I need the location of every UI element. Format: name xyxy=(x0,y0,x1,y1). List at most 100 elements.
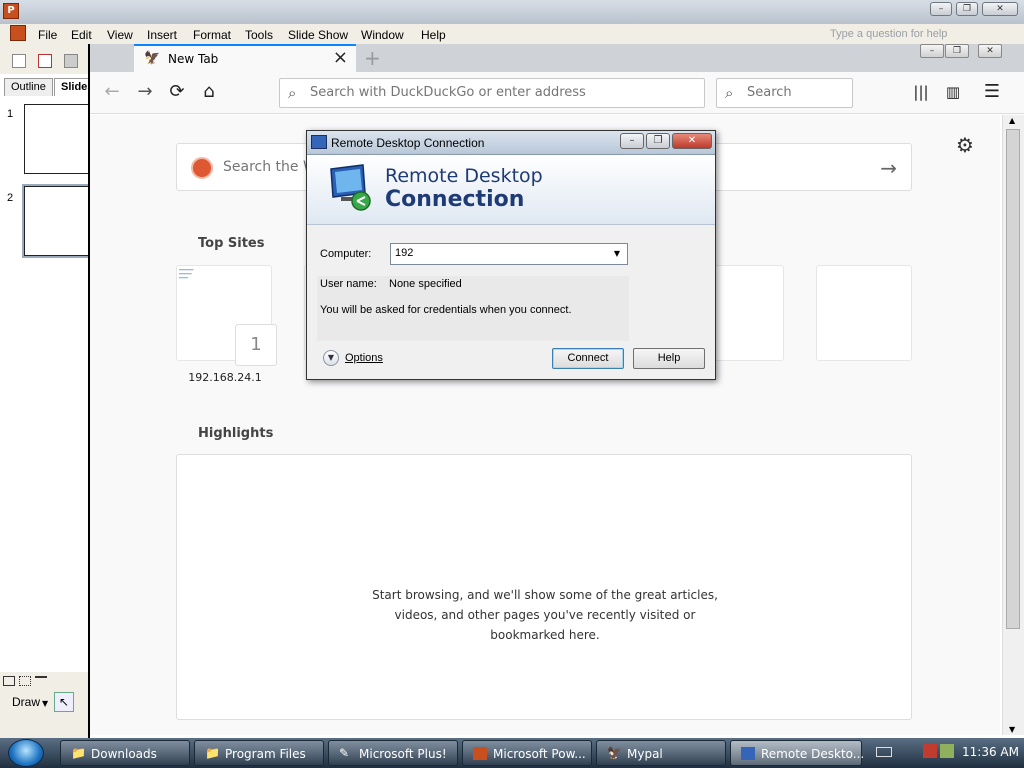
monitor-icon xyxy=(330,164,371,211)
dialog-minimize-button[interactable]: – xyxy=(620,133,644,149)
mypal-icon: 🦅 xyxy=(607,746,622,760)
menu-hamburger-icon[interactable]: ☰ xyxy=(981,81,1003,103)
new-tab-button[interactable]: + xyxy=(364,46,381,70)
menu-view[interactable]: View xyxy=(107,28,133,42)
select-pointer-icon[interactable]: ↖ xyxy=(54,692,74,712)
reload-button[interactable]: ⟳ xyxy=(166,81,188,103)
slide-thumbnail[interactable] xyxy=(22,184,92,258)
connect-button[interactable]: Connect xyxy=(552,348,624,369)
draw-menu[interactable]: Draw xyxy=(12,695,40,709)
menu-slide-show[interactable]: Slide Show xyxy=(288,28,348,42)
powerpoint-toolbar xyxy=(0,46,90,74)
dialog-maximize-button[interactable]: ❐ xyxy=(646,133,670,149)
tab-outline[interactable]: Outline xyxy=(4,78,53,96)
tab-new-tab[interactable]: 🦅 New Tab × xyxy=(134,44,356,72)
menu-format[interactable]: Format xyxy=(193,28,231,42)
slide-show-icon[interactable] xyxy=(35,676,47,686)
options-toggle[interactable]: Options xyxy=(345,352,383,364)
taskbar-item-program-files[interactable]: 📁 Program Files xyxy=(194,740,324,766)
slide-thumbnail[interactable] xyxy=(24,104,90,174)
site-thumbnail: ━━━━━━━━ ━━━━━━━ ━━━━━ xyxy=(179,268,194,280)
username-value: None specified xyxy=(389,278,462,290)
taskbar-item-downloads[interactable]: 📁 Downloads xyxy=(60,740,190,766)
language-icon[interactable] xyxy=(923,744,937,758)
taskbar-item-powerpoint[interactable]: Microsoft Pow... xyxy=(462,740,592,766)
clock[interactable]: 11:36 AM xyxy=(962,745,1019,759)
taskbar-item-label: Downloads xyxy=(91,747,157,761)
gear-icon[interactable]: ⚙ xyxy=(956,133,974,157)
help-button[interactable]: Help xyxy=(633,348,705,369)
taskbar-item-remote-desktop[interactable]: Remote Deskto... xyxy=(730,740,864,766)
highlights-heading: Highlights xyxy=(198,426,274,441)
sidebar-button[interactable]: ▥ xyxy=(942,81,964,103)
mypal-icon: 🦅 xyxy=(144,51,161,66)
top-site-label[interactable]: 192.168.24.1 xyxy=(180,371,270,384)
dialog-body: Computer: 192 ▼ User name: None specifie… xyxy=(307,226,715,379)
highlights-empty-message: Start browsing, and we'll show some of t… xyxy=(372,588,718,642)
normal-view-icon[interactable] xyxy=(3,676,15,686)
ff-minimize-button[interactable]: – xyxy=(920,44,944,58)
top-site-tile[interactable] xyxy=(816,265,912,361)
ppt-minimize-button[interactable]: – xyxy=(930,2,952,16)
library-button[interactable]: ||| xyxy=(910,81,932,103)
menu-tools[interactable]: Tools xyxy=(245,28,273,42)
tab-close-icon[interactable]: × xyxy=(333,49,348,67)
url-bar[interactable]: ⌕ xyxy=(279,78,705,108)
scrollbar-thumb[interactable] xyxy=(1006,129,1020,629)
powerpoint-app-icon[interactable]: P xyxy=(3,3,19,19)
top-site-number: 1 xyxy=(235,324,277,366)
slide-number: 1 xyxy=(7,108,14,120)
tab-title: New Tab xyxy=(168,52,219,66)
start-button[interactable] xyxy=(8,739,44,767)
ppt-help-search[interactable]: Type a question for help xyxy=(830,28,947,40)
dialog-titlebar[interactable]: Remote Desktop Connection – ❐ ✕ xyxy=(307,131,715,155)
top-sites-heading: Top Sites xyxy=(198,236,265,251)
dialog-close-button[interactable]: ✕ xyxy=(672,133,712,149)
powerpoint-titlebar: P – ❐ ✕ xyxy=(0,0,1024,24)
ppt-close-button[interactable]: ✕ xyxy=(982,2,1018,16)
keyboard-icon[interactable] xyxy=(876,747,892,757)
username-label: User name: xyxy=(320,278,377,290)
home-button[interactable]: ⌂ xyxy=(198,81,220,103)
new-document-icon[interactable] xyxy=(12,54,26,68)
scroll-down-icon[interactable]: ▼ xyxy=(1009,725,1015,734)
menu-file-icon xyxy=(10,25,26,41)
taskbar-item-microsoft-plus[interactable]: ✎ Microsoft Plus! xyxy=(328,740,458,766)
menu-help[interactable]: Help xyxy=(421,28,446,42)
forward-button[interactable]: → xyxy=(134,81,156,103)
menu-file[interactable]: File xyxy=(38,28,57,42)
top-site-tile[interactable]: ━━━━━━━━ ━━━━━━━ ━━━━━ 1 xyxy=(176,265,277,366)
ff-close-button[interactable]: ✕ xyxy=(978,44,1002,58)
back-button[interactable]: ← xyxy=(101,81,123,103)
search-go-arrow-icon[interactable]: → xyxy=(880,156,897,180)
rdp-icon xyxy=(311,135,327,149)
folder-icon: 📁 xyxy=(205,746,220,760)
slide-number: 2 xyxy=(7,192,14,204)
ppt-bottom-toolbar: Draw ▼ ↖ xyxy=(0,672,90,738)
ppt-restore-button[interactable]: ❐ xyxy=(956,2,978,16)
print-icon[interactable] xyxy=(64,54,78,68)
chevron-down-icon[interactable]: ▼ xyxy=(609,246,625,262)
computer-combobox[interactable]: 192 ▼ xyxy=(390,243,628,265)
dialog-title: Remote Desktop Connection xyxy=(331,136,485,150)
tab-strip: 🦅 New Tab × + – ❐ ✕ xyxy=(90,44,1024,72)
ff-restore-button[interactable]: ❐ xyxy=(945,44,969,58)
menu-edit[interactable]: Edit xyxy=(71,28,92,42)
taskbar-item-mypal[interactable]: 🦅 Mypal xyxy=(596,740,726,766)
scroll-up-icon[interactable]: ▲ xyxy=(1009,116,1015,125)
taskbar-item-label: Microsoft Plus! xyxy=(359,747,447,761)
taskbar-item-label: Program Files xyxy=(225,747,306,761)
highlights-section: Start browsing, and we'll show some of t… xyxy=(176,454,912,720)
network-icon[interactable] xyxy=(940,744,954,758)
duckduckgo-icon xyxy=(191,157,213,179)
menu-window[interactable]: Window xyxy=(361,28,404,42)
folder-icon: 📁 xyxy=(71,746,86,760)
scrollbar[interactable]: ▲ ▼ xyxy=(1002,115,1024,735)
search-bar[interactable]: ⌕ xyxy=(716,78,853,108)
search-input[interactable] xyxy=(747,85,847,100)
url-input[interactable] xyxy=(310,85,690,100)
options-expand-icon[interactable]: ▼ xyxy=(323,350,339,366)
menu-insert[interactable]: Insert xyxy=(147,28,177,42)
slide-sorter-icon[interactable] xyxy=(19,676,31,686)
pdf-icon[interactable] xyxy=(38,54,52,68)
